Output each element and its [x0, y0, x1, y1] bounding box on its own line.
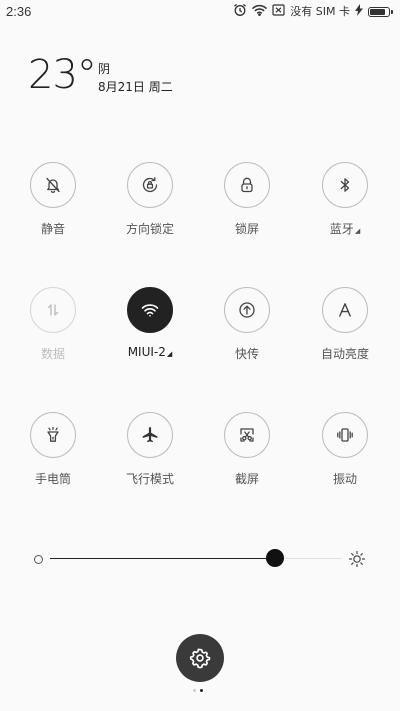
brightness-low-icon — [34, 555, 43, 564]
toggle-screenshot-circle[interactable] — [224, 412, 270, 458]
battery-fill — [370, 9, 385, 15]
page-indicator — [193, 689, 203, 692]
toggle-auto-brightness-label: 自动亮度 — [320, 347, 369, 361]
toggle-bluetooth[interactable]: 蓝牙◢ — [300, 162, 390, 237]
toggle-vibrate-circle[interactable] — [322, 412, 368, 458]
toggle-wifi[interactable]: MIUI-2◢ — [105, 287, 195, 359]
toggle-lock-screen-label: 锁屏 — [234, 222, 259, 236]
toggle-bluetooth-label: 蓝牙◢ — [300, 220, 390, 237]
page-dot-active — [200, 689, 203, 692]
rotation-lock-icon — [142, 177, 158, 193]
toggle-rotation-lock-label: 方向锁定 — [125, 222, 174, 236]
silent-bell-icon — [46, 177, 60, 193]
toggle-silent[interactable]: 静音 — [8, 162, 98, 237]
toggle-silent-label: 静音 — [40, 222, 65, 236]
brightness-slider[interactable] — [30, 549, 370, 569]
toggle-airplane-label: 飞行模式 — [125, 472, 174, 486]
temperature: 23° — [28, 52, 97, 98]
toggle-bluetooth-text: 蓝牙 — [329, 222, 354, 236]
more-options-icon: ◢ — [166, 350, 173, 358]
sim-off-icon — [272, 4, 285, 20]
toggle-mobile-data-circle[interactable] — [30, 287, 76, 333]
toggle-mobile-data-label: 数据 — [40, 347, 65, 361]
brightness-track-filled — [50, 558, 275, 559]
wifi-icon — [252, 4, 268, 20]
vibrate-icon — [337, 428, 353, 442]
toggle-airplane[interactable]: 飞行模式 — [105, 412, 195, 487]
toggle-rotation-lock-circle[interactable] — [127, 162, 173, 208]
battery-icon — [368, 7, 393, 17]
weather-date: 8月21日 周二 — [98, 80, 173, 94]
gear-icon — [189, 648, 211, 669]
toggle-flashlight[interactable]: 手电筒 — [8, 412, 98, 487]
toggle-quick-share-circle[interactable] — [224, 287, 270, 333]
toggle-wifi-label: MIUI-2◢ — [105, 345, 195, 359]
toggle-quick-share[interactable]: 快传 — [202, 287, 292, 362]
status-bar: 2:36 没有 SIM 卡 — [0, 0, 400, 24]
mobile-data-icon — [47, 304, 59, 316]
toggle-lock-screen-circle[interactable] — [224, 162, 270, 208]
toggle-bluetooth-circle[interactable] — [322, 162, 368, 208]
screenshot-icon — [240, 428, 254, 442]
brightness-high-icon — [348, 550, 366, 568]
settings-button[interactable] — [176, 634, 224, 682]
status-icons: 没有 SIM 卡 — [233, 3, 393, 21]
toggle-rotation-lock[interactable]: 方向锁定 — [105, 162, 195, 237]
toggle-flashlight-label: 手电筒 — [34, 472, 71, 486]
no-sim-text: 没有 SIM 卡 — [290, 5, 350, 18]
wifi-icon — [141, 304, 159, 317]
quick-share-icon — [239, 302, 255, 318]
toggle-quick-share-label: 快传 — [234, 347, 259, 361]
toggle-flashlight-circle[interactable] — [30, 412, 76, 458]
toggle-mobile-data[interactable]: 数据 — [8, 287, 98, 362]
brightness-thumb[interactable] — [265, 549, 284, 567]
charging-icon — [355, 4, 363, 20]
alarm-icon — [233, 3, 247, 21]
toggle-auto-brightness-circle[interactable] — [322, 287, 368, 333]
auto-brightness-icon — [339, 303, 351, 317]
toggle-auto-brightness[interactable]: 自动亮度 — [300, 287, 390, 362]
toggle-airplane-circle[interactable] — [127, 412, 173, 458]
toggle-wifi-text: MIUI-2 — [127, 345, 166, 359]
status-time: 2:36 — [6, 4, 32, 19]
airplane-icon — [142, 427, 158, 443]
flashlight-icon — [47, 426, 59, 442]
toggle-wifi-circle[interactable] — [127, 287, 173, 333]
more-options-icon: ◢ — [354, 227, 361, 235]
bluetooth-icon — [340, 178, 350, 192]
page-dot — [193, 689, 196, 692]
toggle-lock-screen[interactable]: 锁屏 — [202, 162, 292, 237]
toggle-screenshot-label: 截屏 — [234, 472, 259, 486]
weather-condition: 阴 — [98, 62, 111, 76]
toggle-vibrate-label: 振动 — [332, 472, 357, 486]
toggle-vibrate[interactable]: 振动 — [300, 412, 390, 487]
brightness-track[interactable] — [50, 549, 342, 567]
lock-icon — [241, 177, 253, 193]
toggle-screenshot[interactable]: 截屏 — [202, 412, 292, 487]
toggle-silent-circle[interactable] — [30, 162, 76, 208]
